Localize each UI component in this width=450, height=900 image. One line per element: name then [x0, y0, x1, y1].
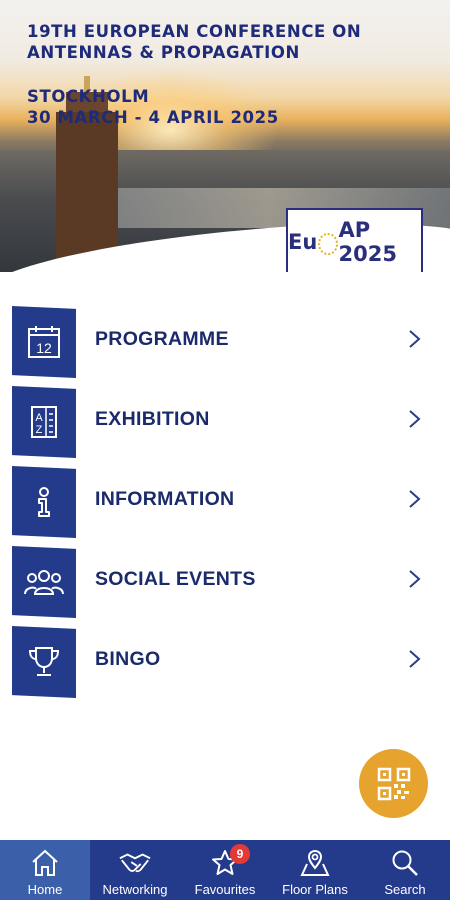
- qr-scan-button[interactable]: [359, 749, 428, 818]
- info-icon: [12, 466, 76, 538]
- favourites-count-badge: 9: [230, 844, 250, 864]
- group-icon: [12, 546, 76, 618]
- nav-label-search: Search: [384, 882, 426, 897]
- location: STOCKHOLM: [27, 87, 150, 106]
- handshake-icon: [118, 846, 152, 880]
- menu-label-social-events: SOCIAL EVENTS: [95, 568, 256, 590]
- nav-label-floor-plans: Floor Plans: [282, 882, 348, 897]
- menu-item-bingo[interactable]: BINGO: [0, 620, 450, 700]
- nav-label-networking: Networking: [102, 882, 168, 897]
- nav-floor-plans[interactable]: Floor Plans: [270, 840, 360, 900]
- home-icon: [28, 846, 62, 880]
- logo-ring-icon: [318, 232, 338, 255]
- main-menu: 12 PROGRAMME A Z EXHIBITION INFORMATION …: [0, 300, 450, 700]
- nav-search[interactable]: Search: [360, 840, 450, 900]
- nav-label-favourites: Favourites: [194, 882, 256, 897]
- a-z-list-icon: A Z: [12, 386, 76, 458]
- menu-item-programme[interactable]: 12 PROGRAMME: [0, 300, 450, 380]
- title-line-1: 19TH EUROPEAN CONFERENCE ON: [27, 22, 362, 41]
- nav-label-home: Home: [27, 882, 63, 897]
- menu-label-exhibition: EXHIBITION: [95, 408, 210, 430]
- menu-label-information: INFORMATION: [95, 488, 235, 510]
- search-icon: [388, 846, 422, 880]
- menu-label-bingo: BINGO: [95, 648, 161, 670]
- chevron-right-icon: [409, 650, 421, 668]
- svg-text:12: 12: [36, 340, 52, 356]
- chevron-right-icon: [409, 410, 421, 428]
- map-pin-icon: [298, 846, 332, 880]
- title-line-2: ANTENNAS & PROPAGATION: [27, 43, 300, 62]
- qr-code-icon: [377, 767, 410, 800]
- trophy-icon: [12, 626, 76, 698]
- calendar-icon: 12: [12, 306, 76, 378]
- svg-text:Z: Z: [36, 424, 43, 436]
- menu-label-programme: PROGRAMME: [95, 328, 229, 350]
- eucap-logo: Eu AP 2025: [286, 208, 423, 272]
- chevron-right-icon: [409, 490, 421, 508]
- svg-text:A: A: [35, 412, 43, 424]
- conference-title: 19TH EUROPEAN CONFERENCE ON ANTENNAS & P…: [27, 21, 361, 128]
- nav-home[interactable]: Home: [0, 840, 90, 900]
- bottom-navigation: Home Networking 9 Favourites Floor Plans…: [0, 840, 450, 900]
- chevron-right-icon: [409, 330, 421, 348]
- conference-dates: 30 MARCH - 4 APRIL 2025: [27, 108, 279, 127]
- nav-favourites[interactable]: 9 Favourites: [180, 840, 270, 900]
- menu-item-social-events[interactable]: SOCIAL EVENTS: [0, 540, 450, 620]
- menu-item-exhibition[interactable]: A Z EXHIBITION: [0, 380, 450, 460]
- nav-networking[interactable]: Networking: [90, 840, 180, 900]
- chevron-right-icon: [409, 570, 421, 588]
- menu-item-information[interactable]: INFORMATION: [0, 460, 450, 540]
- header-banner: 19TH EUROPEAN CONFERENCE ON ANTENNAS & P…: [0, 0, 450, 272]
